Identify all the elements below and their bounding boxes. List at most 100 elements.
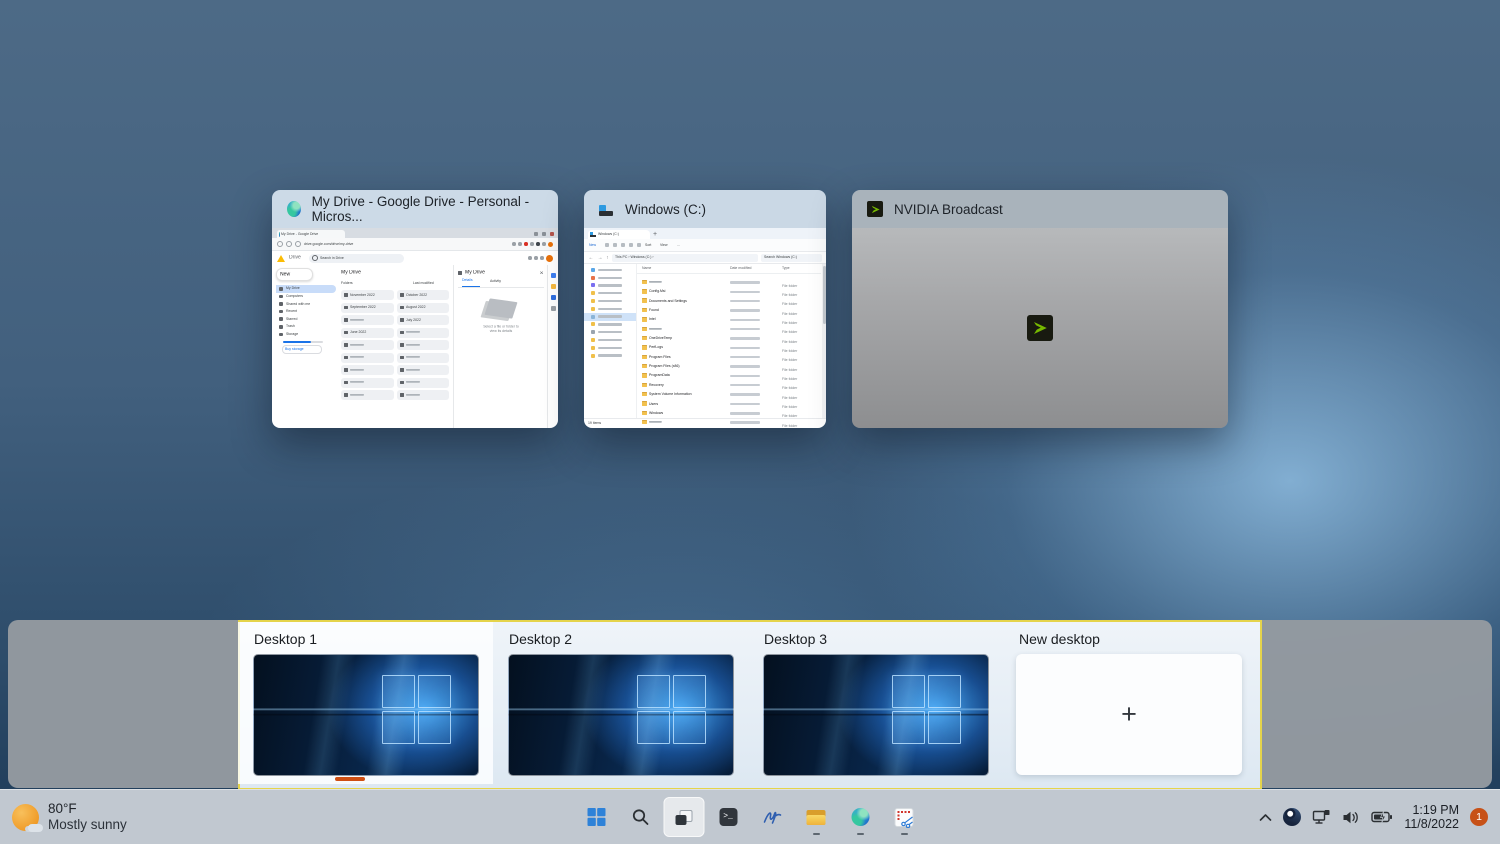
tab-title: Windows (C:) [598, 232, 619, 236]
copy-icon [613, 243, 617, 247]
drive-search-placeholder: Search in Drive [320, 256, 344, 260]
folder-icon [344, 293, 348, 296]
back-icon: ← [589, 255, 594, 260]
date-modified [730, 281, 760, 283]
tree-item-icon [591, 268, 595, 272]
file-explorer-icon [807, 810, 826, 825]
folder-icon [642, 402, 647, 405]
window-thumbnail-google-drive[interactable]: My Drive - Google Drive - Personal - Mic… [272, 190, 558, 428]
desktop-thumbnail[interactable] [508, 654, 734, 776]
address-url: drive.google.com/drive/my-drive [304, 242, 353, 246]
explorer-tab: Windows (C:) [588, 230, 650, 239]
scrollbar[interactable] [822, 264, 826, 418]
up-icon: ↑ [606, 255, 608, 260]
folder-icon [642, 374, 647, 377]
scrollbar-thumb[interactable] [823, 266, 826, 324]
desktop-2-card[interactable]: Desktop 2 [493, 622, 748, 784]
folder-icon [642, 384, 647, 387]
search-icon [631, 808, 649, 826]
calendar-icon [551, 273, 556, 278]
nav-tree-item [584, 297, 636, 305]
windows-logo-icon [587, 808, 605, 826]
terminal-icon: >_ [719, 808, 737, 826]
date-modified [730, 337, 760, 339]
nav-tree-item [584, 274, 636, 282]
ink-scribble-icon [762, 808, 782, 826]
weather-condition: Mostly sunny [48, 817, 127, 833]
date-modified [730, 375, 760, 377]
drive-folder-chip [397, 365, 450, 375]
volume-icon[interactable] [1342, 810, 1360, 825]
new-button: New [589, 243, 596, 247]
drive-folder-chip [341, 378, 394, 388]
folder-icon [400, 343, 404, 346]
folder-icon [344, 306, 348, 309]
system-tray: 1:19 PM 11/8/2022 1 [1259, 790, 1488, 844]
window-title: Windows (C:) [625, 202, 706, 217]
drive-folder-chip: September 2022 [341, 303, 394, 313]
column-headers: Name Date modified Type [637, 264, 821, 274]
edge-icon [287, 201, 301, 217]
ink-scribble-app-button[interactable] [752, 797, 793, 837]
nav-tree-item [584, 336, 636, 344]
start-button[interactable] [576, 797, 617, 837]
sidebar-item-icon [279, 333, 283, 337]
new-desktop-card[interactable]: New desktop + [1003, 622, 1258, 784]
task-view-screen: My Drive - Google Drive - Personal - Mic… [0, 0, 1500, 844]
search-button[interactable] [620, 797, 661, 837]
battery-charging-icon[interactable] [1371, 810, 1393, 824]
nvidia-broadcast-logo [1027, 315, 1053, 341]
drive-folder-chip [397, 353, 450, 363]
taskbar: 80°F Mostly sunny >_ [0, 789, 1500, 844]
mostly-sunny-icon [12, 804, 39, 831]
buy-storage-button: Buy storage [282, 345, 322, 354]
drive-folder-chip: July 2022 [397, 315, 450, 325]
desktops-strip: Desktop 1 Desktop 2 Desktop 3 New deskto… [8, 620, 1492, 788]
ethernet-icon[interactable] [1312, 809, 1331, 825]
drive-sidebar-item: My Drive [276, 285, 336, 293]
window-thumbnail-nvidia-broadcast[interactable]: NVIDIA Broadcast [852, 190, 1228, 428]
drive-companion-rail [547, 265, 558, 428]
screen-snip-button[interactable] [884, 797, 925, 837]
nav-tree-item [584, 344, 636, 352]
steam-tray-icon[interactable] [1283, 808, 1301, 826]
folder-icon [642, 393, 647, 396]
folder-icon [642, 412, 647, 415]
desktop-thumbnail[interactable] [763, 654, 989, 776]
tree-item-icon [591, 322, 595, 326]
date-modified [730, 403, 760, 405]
new-desktop-button[interactable]: + [1016, 654, 1242, 775]
drive-main: My Drive Folders Last modified November … [336, 265, 453, 428]
window-title-bar: NVIDIA Broadcast [852, 190, 1228, 228]
tree-item-icon [591, 354, 595, 358]
drive-sidebar-item: Shared with me [276, 300, 336, 308]
folder-icon [344, 368, 348, 371]
refresh-icon [295, 241, 301, 247]
terminal-button[interactable]: >_ [708, 797, 749, 837]
edge-button[interactable] [840, 797, 881, 837]
tasks-icon [551, 295, 556, 300]
file-explorer-button[interactable] [796, 797, 837, 837]
sidebar-item-icon [279, 295, 283, 299]
desktop-label: Desktop 1 [254, 631, 317, 647]
clock[interactable]: 1:19 PM 11/8/2022 [1404, 803, 1459, 832]
chevron-up-icon[interactable] [1259, 813, 1272, 822]
task-view-button[interactable] [664, 797, 705, 837]
tree-item-icon [591, 276, 595, 280]
drive-logo-icon [277, 255, 285, 262]
folder-icon [642, 290, 647, 293]
desktop-thumbnail[interactable] [253, 654, 479, 776]
nav-tree-item [584, 289, 636, 297]
window-title: My Drive - Google Drive - Personal - Mic… [312, 194, 543, 224]
folder-icon [344, 356, 348, 359]
drive-folder-chip [397, 378, 450, 388]
desktop-1-card[interactable]: Desktop 1 [238, 622, 493, 784]
details-hint: Select a file or folder to view its deta… [482, 325, 520, 334]
tray-time: 1:19 PM [1412, 803, 1459, 818]
weather-widget[interactable]: 80°F Mostly sunny [12, 797, 127, 837]
window-thumbnail-windows-c[interactable]: Windows (C:) Windows (C:) + New Sort Vie… [584, 190, 826, 428]
nav-tree-item [584, 282, 636, 290]
folder-grid: November 2022 October 2022 September 202… [341, 290, 449, 400]
desktop-3-card[interactable]: Desktop 3 [748, 622, 1003, 784]
notification-badge[interactable]: 1 [1470, 808, 1488, 826]
